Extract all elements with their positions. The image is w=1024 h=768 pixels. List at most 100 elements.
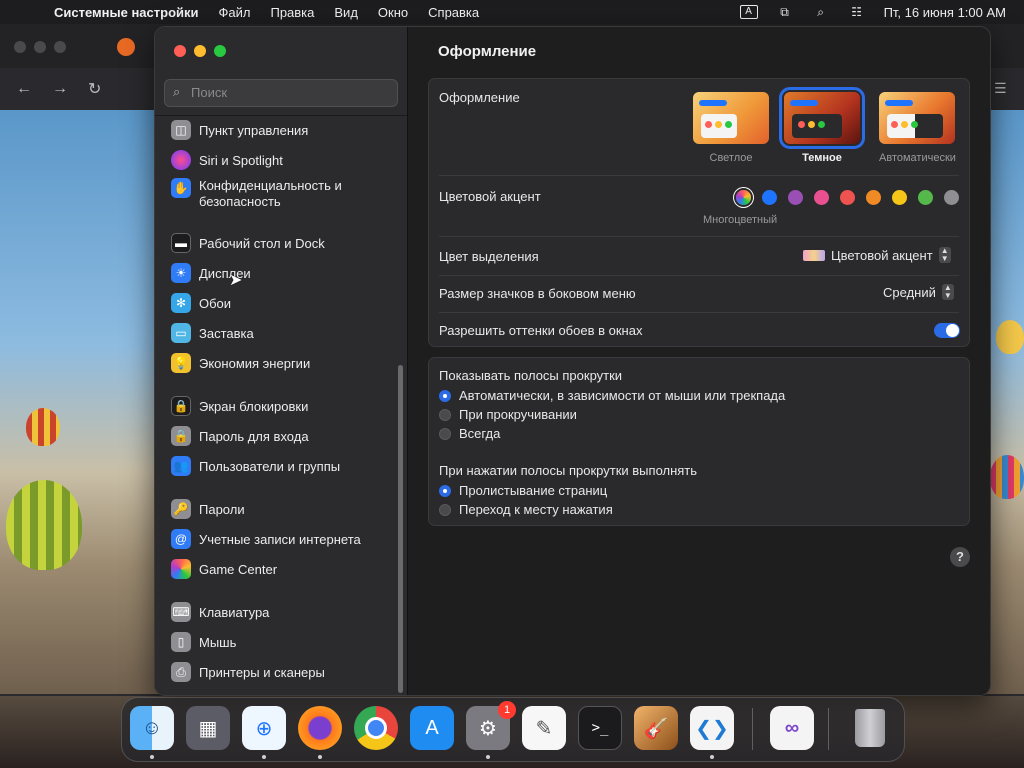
- sidebar-item-wallpaper[interactable]: ✻ Обои: [171, 293, 231, 313]
- accent-green[interactable]: [918, 190, 933, 205]
- zoom-button[interactable]: [214, 45, 226, 57]
- minimize-button[interactable]: [194, 45, 206, 57]
- launchpad-icon[interactable]: ▦: [186, 706, 230, 750]
- chrome-icon[interactable]: [354, 706, 398, 750]
- firefox-icon[interactable]: [298, 706, 342, 750]
- menu-help[interactable]: Справка: [428, 5, 479, 20]
- input-source-icon[interactable]: A: [739, 5, 758, 19]
- textedit-icon[interactable]: ✎: [522, 706, 566, 750]
- sidebar-item-label: Пользователи и группы: [199, 458, 341, 474]
- accent-pink[interactable]: [814, 190, 829, 205]
- mouse-icon: ▯: [171, 632, 191, 652]
- radio-selected: [439, 389, 451, 402]
- reload-icon[interactable]: ↻: [88, 79, 101, 99]
- sidebar-item-label: Конфиденциальность и безопасность: [199, 178, 342, 209]
- accent-orange[interactable]: [866, 190, 881, 205]
- sidebar-item-siri[interactable]: Siri и Spotlight: [171, 150, 283, 170]
- garageband-icon[interactable]: 🎸: [634, 706, 678, 750]
- apple-icon[interactable]: [18, 4, 32, 20]
- sidebar-item-label: Рабочий стол и Dock: [199, 235, 325, 251]
- sidebar-item-control-center[interactable]: ◫ Пункт управления: [171, 120, 308, 140]
- sidebar-item-privacy[interactable]: ✋ Конфиденциальность и безопасность: [171, 178, 359, 212]
- scrollbars-option-auto[interactable]: Автоматически, в зависимости от мыши или…: [439, 386, 785, 405]
- safari-icon[interactable]: ⊕: [242, 706, 286, 750]
- balloon-image: [990, 455, 1024, 499]
- finder-icon[interactable]: ☺: [130, 706, 174, 750]
- close-button[interactable]: [174, 45, 186, 57]
- radio-label: Автоматически, в зависимости от мыши или…: [459, 388, 786, 403]
- sidebar-item-mouse[interactable]: ▯ Мышь: [171, 632, 236, 652]
- click-scrollbar-options: Пролистывание страниц Переход к месту на…: [439, 481, 613, 519]
- appearance-option-auto[interactable]: Автоматически: [879, 92, 956, 164]
- firefox-tab-icon[interactable]: [117, 38, 135, 56]
- spotlight-search-icon[interactable]: ⌕: [812, 5, 830, 19]
- accent-label: Цветовой акцент: [439, 189, 541, 204]
- accent-yellow[interactable]: [892, 190, 907, 205]
- divider: [439, 175, 959, 176]
- sidebar-icon-size-popup[interactable]: Средний ▲ ▼: [883, 284, 954, 300]
- sidebar-item-printers[interactable]: ⎙ Принтеры и сканеры: [171, 662, 325, 682]
- app-menu[interactable]: Системные настройки: [54, 5, 199, 20]
- click-option-spot[interactable]: Переход к месту нажатия: [439, 500, 613, 519]
- back-arrow-icon[interactable]: ←: [16, 80, 32, 98]
- menu-view[interactable]: Вид: [334, 5, 358, 20]
- sidebar-item-login-password[interactable]: 🔒 Пароль для входа: [171, 426, 309, 446]
- forward-arrow-icon[interactable]: →: [52, 80, 68, 98]
- radio-unselected: [439, 503, 451, 516]
- sidebar-item-passwords[interactable]: 🔑 Пароли: [171, 499, 245, 519]
- running-indicator: [150, 755, 154, 759]
- sidebar-item-lock-screen[interactable]: 🔒 Экран блокировки: [171, 396, 308, 416]
- menu-edit[interactable]: Правка: [270, 5, 314, 20]
- hand-icon: ✋: [171, 178, 191, 198]
- scrollbars-option-scrolling[interactable]: При прокручивании: [439, 405, 785, 424]
- search-field[interactable]: ⌕ Поиск: [164, 79, 398, 107]
- screen-mirroring-icon[interactable]: ⧉: [776, 5, 794, 19]
- accent-blue[interactable]: [762, 190, 777, 205]
- menu-file[interactable]: Файл: [219, 5, 251, 20]
- sidebar-item-screensaver[interactable]: ▭ Заставка: [171, 323, 254, 343]
- sidebar-item-energy[interactable]: 💡 Экономия энергии: [171, 353, 310, 373]
- mouse-pointer-icon: ➤: [229, 272, 243, 289]
- menu-icon[interactable]: ☰: [994, 80, 1007, 97]
- sidebar-item-label: Экономия энергии: [199, 355, 311, 371]
- appearance-option-dark[interactable]: Темное: [779, 87, 865, 164]
- system-settings-window: ⌕ Поиск ◫ Пункт управления Siri и Spotli…: [154, 26, 991, 696]
- vscode-icon[interactable]: ❮❯: [690, 706, 734, 750]
- appearance-option-light[interactable]: Светлое: [693, 92, 769, 164]
- sidebar: ⌕ Поиск ◫ Пункт управления Siri и Spotli…: [155, 27, 408, 695]
- auto-thumbnail: [879, 92, 955, 144]
- help-button[interactable]: ?: [950, 547, 970, 567]
- accent-purple[interactable]: [788, 190, 803, 205]
- sidebar-item-users-groups[interactable]: 👥 Пользователи и группы: [171, 456, 340, 476]
- sidebar-scrollbar[interactable]: [398, 365, 403, 693]
- bg-max-dot: [54, 41, 66, 53]
- trash-icon[interactable]: [848, 706, 892, 750]
- accent-red[interactable]: [840, 190, 855, 205]
- terminal-icon[interactable]: >_: [578, 706, 622, 750]
- sidebar-item-internet-accounts[interactable]: @ Учетные записи интернета: [171, 529, 361, 549]
- sidebar-item-desktop-dock[interactable]: ▬ Рабочий стол и Dock: [171, 233, 325, 253]
- sidebar-item-keyboard[interactable]: ⌨ Клавиатура: [171, 602, 269, 622]
- menu-window[interactable]: Окно: [378, 5, 408, 20]
- dock-icon: ▬: [171, 233, 191, 253]
- accent-multicolor[interactable]: [736, 190, 751, 205]
- sidebar-item-label: Дисплеи: [199, 265, 251, 281]
- bg-min-dot: [34, 41, 46, 53]
- system-settings-icon[interactable]: ⚙ 1: [466, 701, 516, 750]
- wallpaper-icon: ✻: [171, 293, 191, 313]
- radio-unselected: [439, 427, 451, 440]
- sidebar-icon-size-value: Средний: [883, 284, 936, 300]
- highlight-color-value: Цветовой акцент: [831, 247, 933, 263]
- wallpaper-tint-toggle[interactable]: [934, 323, 960, 338]
- control-center-icon[interactable]: ☷: [848, 5, 866, 19]
- game-center-icon: [171, 559, 191, 579]
- click-option-page[interactable]: Пролистывание страниц: [439, 481, 613, 500]
- scrollbars-option-always[interactable]: Всегда: [439, 424, 785, 443]
- accent-graphite[interactable]: [944, 190, 959, 205]
- sidebar-item-game-center[interactable]: Game Center: [171, 559, 277, 579]
- app-store-icon[interactable]: A: [410, 706, 454, 750]
- highlight-color-popup[interactable]: Цветовой акцент ▲ ▼: [803, 247, 951, 263]
- visual-studio-icon[interactable]: ∞: [770, 706, 814, 750]
- accent-selected-caption: Многоцветный: [703, 214, 778, 226]
- menubar-clock[interactable]: Пт, 16 июня 1:00 AM: [884, 5, 1006, 20]
